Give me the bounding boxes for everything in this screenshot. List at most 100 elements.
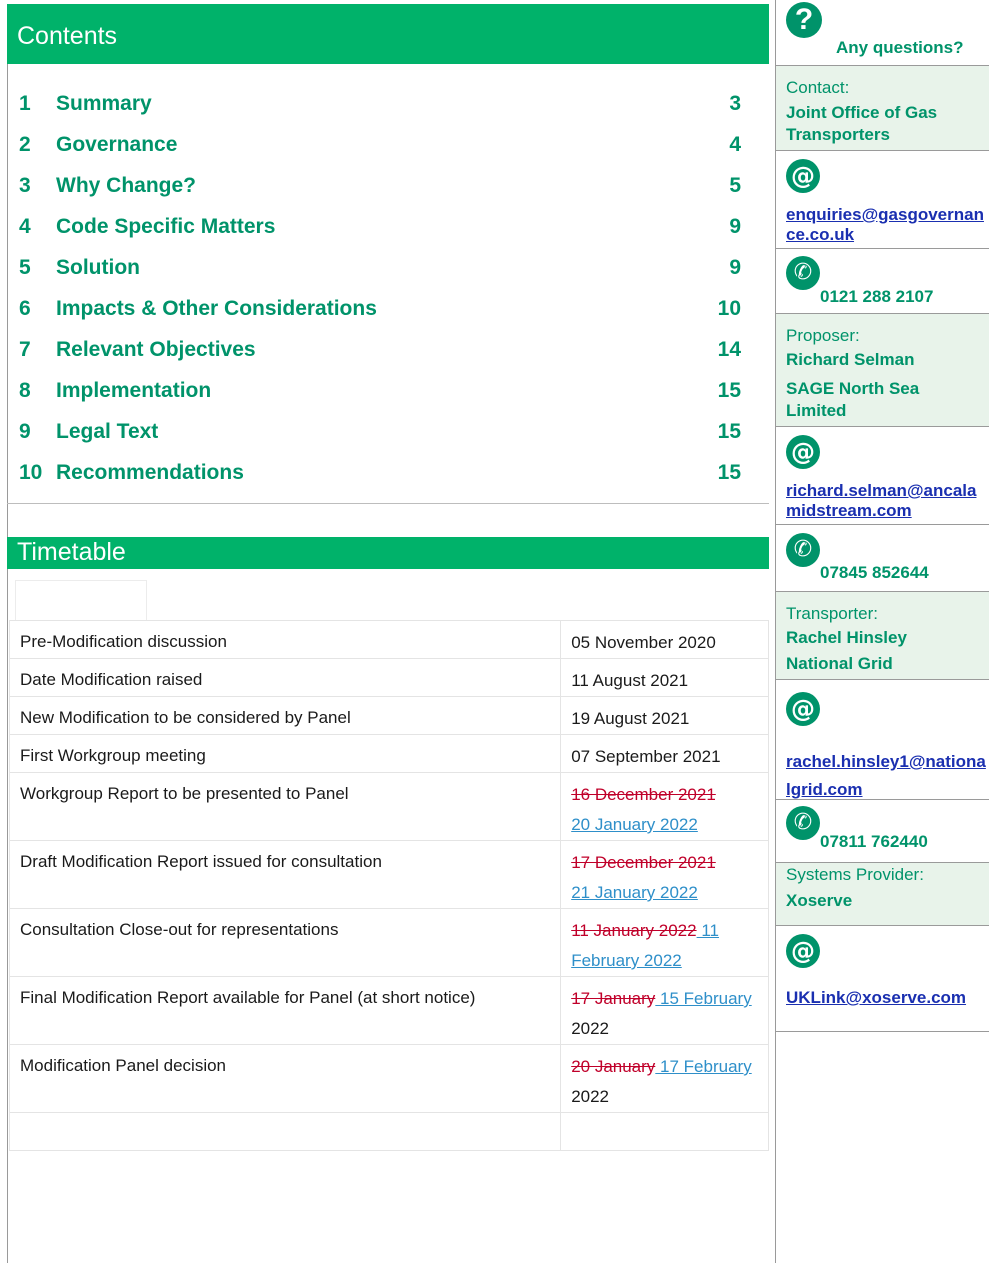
table-row: Workgroup Report to be presented to Pane… — [8, 772, 769, 841]
toc-page: 5 — [729, 174, 741, 197]
timetable-empty-cell — [8, 1112, 562, 1151]
toc-label: Summary — [56, 92, 152, 115]
phone-icon: ✆ — [786, 256, 820, 290]
systems-provider-label: Systems Provider: — [786, 865, 924, 884]
table-row: Date Modification raised 11 August 2021 — [8, 658, 769, 697]
proposer-phone: 07845 852644 — [820, 563, 929, 582]
phone-icon: ✆ — [786, 533, 820, 567]
proposer-phone-block: ✆ 07845 852644 — [776, 525, 989, 592]
transporter-block: Transporter: Rachel Hinsley National Gri… — [776, 592, 989, 680]
transporter-phone: 07811 762440 — [820, 832, 928, 851]
toc-number: 7 — [19, 338, 31, 361]
toc-item[interactable]: 1 Summary 3 — [19, 92, 741, 122]
toc-number: 2 — [19, 133, 31, 156]
timetable-event: Date Modification raised — [8, 658, 562, 697]
revised-date: 21 January 2022 — [571, 883, 698, 902]
contents-title: Contents — [17, 22, 118, 50]
toc-number: 4 — [19, 215, 31, 238]
timetable-date: 17 December 2021 21 January 2022 — [560, 840, 769, 909]
toc-number: 6 — [19, 297, 31, 320]
timetable-event: New Modification to be considered by Pan… — [8, 696, 562, 735]
transporter-email-block: @ rachel.hinsley1@nationalgrid.com — [776, 680, 989, 800]
timetable-date: 11 August 2021 — [560, 658, 769, 697]
revised-date: 17 February — [655, 1057, 752, 1076]
timetable-event: Pre-Modification discussion — [8, 620, 562, 659]
toc-page: 15 — [717, 420, 741, 443]
toc-label: Impacts & Other Considerations — [56, 297, 377, 320]
phone-icon: ✆ — [786, 806, 820, 840]
toc-number: 9 — [19, 420, 31, 443]
email-icon: @ — [786, 934, 820, 968]
proposer-block: Proposer: Richard Selman SAGE North Sea … — [776, 314, 989, 427]
toc-item[interactable]: 9 Legal Text 15 — [19, 420, 741, 450]
timetable-event: Draft Modification Report issued for con… — [8, 840, 562, 909]
timetable-date: 16 December 2021 20 January 2022 — [560, 772, 769, 841]
transporter-name: Rachel Hinsley — [786, 628, 907, 647]
toc-page: 14 — [717, 338, 741, 361]
timetable-event: Workgroup Report to be presented to Pane… — [8, 772, 562, 841]
timetable-title: Timetable — [17, 538, 126, 566]
timetable-date: 07 September 2021 — [560, 734, 769, 773]
toc-item[interactable]: 3 Why Change? 5 — [19, 174, 741, 204]
toc-item[interactable]: 10 Recommendations 15 — [19, 461, 741, 491]
systems-email-block: @ UKLink@xoserve.com — [776, 926, 989, 1032]
toc-item[interactable]: 6 Impacts & Other Considerations 10 — [19, 297, 741, 327]
table-row: Pre-Modification discussion 05 November … — [8, 620, 769, 659]
proposer-name: Richard Selman — [786, 350, 915, 369]
email-icon: @ — [786, 159, 820, 193]
proposer-email-block: @ richard.selman@ancalamidstream.com — [776, 427, 989, 525]
timetable-date: 11 January 2022 11 February 2022 — [560, 908, 769, 977]
toc-item[interactable]: 4 Code Specific Matters 9 — [19, 215, 741, 245]
table-row: Modification Panel decision 20 January 1… — [8, 1044, 769, 1113]
contact-phone: 0121 288 2107 — [820, 287, 934, 306]
toc-item[interactable]: 8 Implementation 15 — [19, 379, 741, 409]
superseded-date: 17 January — [571, 989, 656, 1008]
transporter-email-link[interactable]: rachel.hinsley1@nationalgrid.com — [786, 748, 986, 804]
systems-provider-block: Systems Provider: Xoserve — [776, 863, 989, 926]
table-of-contents: 1 Summary 3 2 Governance 4 3 Why Change?… — [7, 64, 769, 504]
superseded-date: 17 December 2021 — [571, 853, 716, 872]
proposer-organisation: SAGE North Sea Limited — [786, 379, 920, 420]
table-row: First Workgroup meeting 07 September 202… — [8, 734, 769, 773]
toc-item[interactable]: 7 Relevant Objectives 14 — [19, 338, 741, 368]
toc-page: 15 — [717, 461, 741, 484]
systems-email-link[interactable]: UKLink@xoserve.com — [786, 986, 986, 1010]
toc-label: Relevant Objectives — [56, 338, 256, 361]
table-row — [8, 1112, 769, 1151]
contact-email-link[interactable]: enquiries@gasgovernance.co.uk — [786, 205, 989, 245]
toc-page: 10 — [717, 297, 741, 320]
timetable-date: 19 August 2021 — [560, 696, 769, 735]
date-year: 2022 — [571, 1019, 610, 1038]
questions-heading: Any questions? — [836, 38, 964, 57]
toc-item[interactable]: 5 Solution 9 — [19, 256, 741, 286]
transporter-phone-block: ✆ 07811 762440 — [776, 800, 989, 863]
contact-email-block: @ enquiries@gasgovernance.co.uk — [776, 151, 989, 249]
toc-label: Implementation — [56, 379, 212, 402]
toc-page: 9 — [729, 256, 741, 279]
toc-label: Code Specific Matters — [56, 215, 276, 238]
toc-number: 10 — [19, 461, 43, 484]
contact-sidebar: ? Any questions? Contact: Joint Office o… — [775, 0, 989, 1263]
timetable-event: Final Modification Report available for … — [8, 976, 562, 1045]
timetable-date: 05 November 2020 — [560, 620, 769, 659]
table-row: New Modification to be considered by Pan… — [8, 696, 769, 735]
toc-item[interactable]: 2 Governance 4 — [19, 133, 741, 163]
timetable-date: 17 January 15 February 2022 — [560, 976, 769, 1045]
transporter-label: Transporter: — [786, 604, 878, 623]
revised-date: 15 February — [655, 989, 752, 1008]
timetable-header: Timetable — [7, 537, 769, 569]
superseded-date: 16 December 2021 — [571, 785, 716, 804]
timetable-date: 20 January 17 February 2022 — [560, 1044, 769, 1113]
toc-label: Solution — [56, 256, 140, 279]
email-icon: @ — [786, 692, 820, 726]
toc-number: 8 — [19, 379, 31, 402]
timetable-table: Pre-Modification discussion 05 November … — [8, 620, 769, 1151]
email-icon: @ — [786, 435, 820, 469]
proposer-email-link[interactable]: richard.selman@ancalamidstream.com — [786, 481, 989, 521]
table-row: Draft Modification Report issued for con… — [8, 840, 769, 909]
contents-header: Contents — [7, 4, 769, 64]
transporter-organisation: National Grid — [786, 654, 893, 673]
toc-page: 3 — [729, 92, 741, 115]
question-icon: ? — [786, 2, 822, 38]
revised-date: 20 January 2022 — [571, 815, 698, 834]
